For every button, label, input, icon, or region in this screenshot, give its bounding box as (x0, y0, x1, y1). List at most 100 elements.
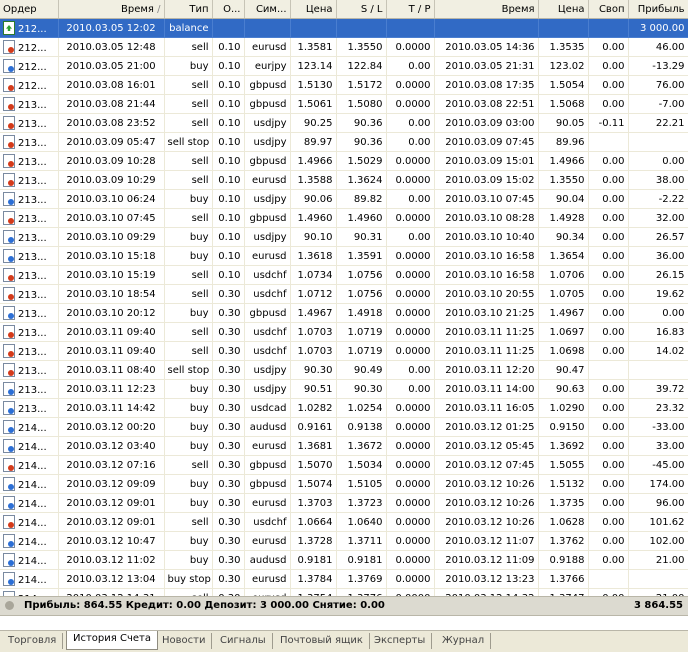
table-cell: 1.3672 (336, 436, 387, 456)
table-row[interactable]: 214... 2010.03.12 09:01 sell 0.30 usdchf 1.06… (0, 512, 688, 532)
col-open-time[interactable]: Время / (58, 0, 165, 19)
table-cell: eurusd (244, 569, 291, 589)
table-cell: 89.97 (290, 132, 337, 152)
table-row[interactable]: 213... 2010.03.09 10:29 sell 0.10 eurusd 1.35… (0, 170, 688, 190)
table-cell: 2010.03.12 11:09 (434, 550, 539, 570)
sell-order-icon (3, 268, 15, 282)
table-row[interactable]: 214... 2010.03.12 09:01 buy 0.30 eurusd 1.370… (0, 493, 688, 513)
col-open-price[interactable]: Цена (290, 0, 337, 19)
table-cell: 0.00 (588, 493, 629, 513)
col-sl[interactable]: S / L (336, 0, 387, 19)
table-cell: 2010.03.10 15:18 (58, 246, 165, 266)
table-cell: 1.3618 (290, 246, 337, 266)
col-tp[interactable]: T / P (386, 0, 435, 19)
table-row[interactable]: 213... 2010.03.08 23:52 sell 0.10 usdjpy 90.2… (0, 113, 688, 133)
table-row[interactable]: 212... 2010.03.05 21:00 buy 0.10 eurjpy 123.1… (0, 56, 688, 76)
table-cell: 0.10 (212, 170, 245, 190)
table-cell: 0.30 (212, 360, 245, 380)
table-row[interactable]: 212... 2010.03.05 12:02 balance 3 000.00 (0, 18, 688, 38)
table-cell: 2010.03.11 11:25 (434, 341, 539, 361)
table-row[interactable]: 214... 2010.03.12 11:02 buy 0.30 audusd 0.918… (0, 550, 688, 570)
table-row[interactable]: 213... 2010.03.10 20:12 buy 0.30 gbpusd 1.496… (0, 303, 688, 323)
table-row[interactable]: 213... 2010.03.10 18:54 sell 0.30 usdchf 1.07… (0, 284, 688, 304)
table-cell: buy (164, 417, 213, 437)
tab-experts[interactable]: Эксперты (368, 633, 433, 649)
col-order[interactable]: Ордер (0, 0, 59, 19)
table-row[interactable]: 213... 2010.03.10 15:19 sell 0.10 usdchf 1.07… (0, 265, 688, 285)
table-cell: 0.00 (588, 265, 629, 285)
table-row[interactable]: 213... 2010.03.11 08:40 sell stop 0.30 usdjp… (0, 360, 688, 380)
table-row[interactable]: 214... 2010.03.12 07:16 sell 0.30 gbpusd 1.50… (0, 455, 688, 475)
table-cell: 2010.03.08 21:44 (58, 94, 165, 114)
table-row[interactable]: 213... 2010.03.10 09:29 buy 0.10 usdjpy 90.10… (0, 227, 688, 247)
table-row[interactable]: 212... 2010.03.05 12:48 sell 0.10 eurusd 1.35… (0, 37, 688, 57)
buy-order-icon (3, 477, 15, 491)
col-profit[interactable]: Прибыль (628, 0, 688, 19)
col-close-time[interactable]: Время (434, 0, 539, 19)
tab-journal[interactable]: Журнал (436, 633, 492, 649)
col-close-price[interactable]: Цена (538, 0, 589, 19)
table-cell: eurjpy (244, 56, 291, 76)
table-cell: buy (164, 303, 213, 323)
order-number: 213... (18, 328, 47, 339)
table-cell: 0.00 (588, 284, 629, 304)
table-cell: 0.0000 (386, 303, 435, 323)
table-row[interactable]: 214... 2010.03.12 09:09 buy 0.30 gbpusd 1.507… (0, 474, 688, 494)
table-cell (588, 18, 629, 38)
table-row[interactable]: 214... 2010.03.12 13:04 buy stop 0.30 eurusd… (0, 569, 688, 589)
table-row[interactable]: 213... 2010.03.09 10:28 sell 0.10 gbpusd 1.49… (0, 151, 688, 171)
table-cell: 1.5061 (290, 94, 337, 114)
table-row[interactable]: 213... 2010.03.11 14:42 buy 0.30 usdcad 1.028… (0, 398, 688, 418)
table-cell: 1.3692 (538, 436, 589, 456)
table-cell: usdchf (244, 322, 291, 342)
table-cell: 0.0000 (386, 170, 435, 190)
table-row[interactable]: 213... 2010.03.10 06:24 buy 0.10 usdjpy 90.06… (0, 189, 688, 209)
tab-trade[interactable]: Торговля (2, 633, 64, 649)
table-cell: 90.30 (336, 379, 387, 399)
table-cell: 1.4918 (336, 303, 387, 323)
tab-mailbox[interactable]: Почтовый ящик (274, 633, 370, 649)
col-symbol[interactable]: Сим... (244, 0, 291, 19)
order-number: 213... (18, 138, 47, 149)
table-row[interactable]: 213... 2010.03.08 21:44 sell 0.10 gbpusd 1.50… (0, 94, 688, 114)
order-number: 213... (18, 366, 47, 377)
tab-account-history[interactable]: История Счета (66, 631, 158, 650)
table-cell: 39.72 (628, 379, 688, 399)
table-cell: 0.0000 (386, 531, 435, 551)
table-cell: 0.30 (212, 436, 245, 456)
col-volume[interactable]: О... (212, 0, 245, 19)
table-cell: usdjpy (244, 227, 291, 247)
tab-news[interactable]: Новости (156, 633, 213, 649)
table-cell: 1.0719 (336, 322, 387, 342)
table-cell: sell (164, 265, 213, 285)
table-cell: 1.0697 (538, 322, 589, 342)
sell-order-icon (3, 515, 15, 529)
table-row[interactable]: 214... 2010.03.12 00:20 buy 0.30 audusd 0.916… (0, 417, 688, 437)
table-row[interactable]: 214... 2010.03.12 10:47 buy 0.30 eurusd 1.372… (0, 531, 688, 551)
table-row[interactable]: 213... 2010.03.09 05:47 sell stop 0.10 usdjp… (0, 132, 688, 152)
table-cell: 0.00 (588, 436, 629, 456)
table-row[interactable]: 213... 2010.03.11 09:40 sell 0.30 usdchf 1.07… (0, 322, 688, 342)
table-row[interactable]: 214... 2010.03.12 03:40 buy 0.30 eurusd 1.368… (0, 436, 688, 456)
tab-signals[interactable]: Сигналы (214, 633, 273, 649)
table-cell: audusd (244, 550, 291, 570)
table-cell: 1.0664 (290, 512, 337, 532)
table-cell: buy (164, 56, 213, 76)
table-cell: buy (164, 227, 213, 247)
col-swap[interactable]: Своп (588, 0, 629, 19)
table-cell: -7.00 (628, 94, 688, 114)
table-row[interactable]: 213... 2010.03.10 15:18 buy 0.10 eurusd 1.361… (0, 246, 688, 266)
table-row[interactable]: 213... 2010.03.11 12:23 buy 0.30 usdjpy 90.51… (0, 379, 688, 399)
col-type[interactable]: Тип (164, 0, 213, 19)
table-row[interactable]: 213... 2010.03.11 09:40 sell 0.30 usdchf 1.07… (0, 341, 688, 361)
table-cell: 76.00 (628, 75, 688, 95)
table-row[interactable]: 213... 2010.03.10 07:45 sell 0.10 gbpusd 1.49… (0, 208, 688, 228)
table-row[interactable]: 212... 2010.03.08 16:01 sell 0.10 gbpusd 1.51… (0, 75, 688, 95)
summary-text: Прибыль: 864.55 Кредит: 0.00 Депозит: 3 … (24, 600, 385, 611)
table-cell: 1.5054 (538, 75, 589, 95)
history-table: Ордер Время / Тип О... Сим... Цена S / L… (0, 0, 688, 608)
table-cell: 3 000.00 (628, 18, 688, 38)
table-cell: 23.32 (628, 398, 688, 418)
table-cell: 0.10 (212, 75, 245, 95)
table-cell: 0.30 (212, 455, 245, 475)
